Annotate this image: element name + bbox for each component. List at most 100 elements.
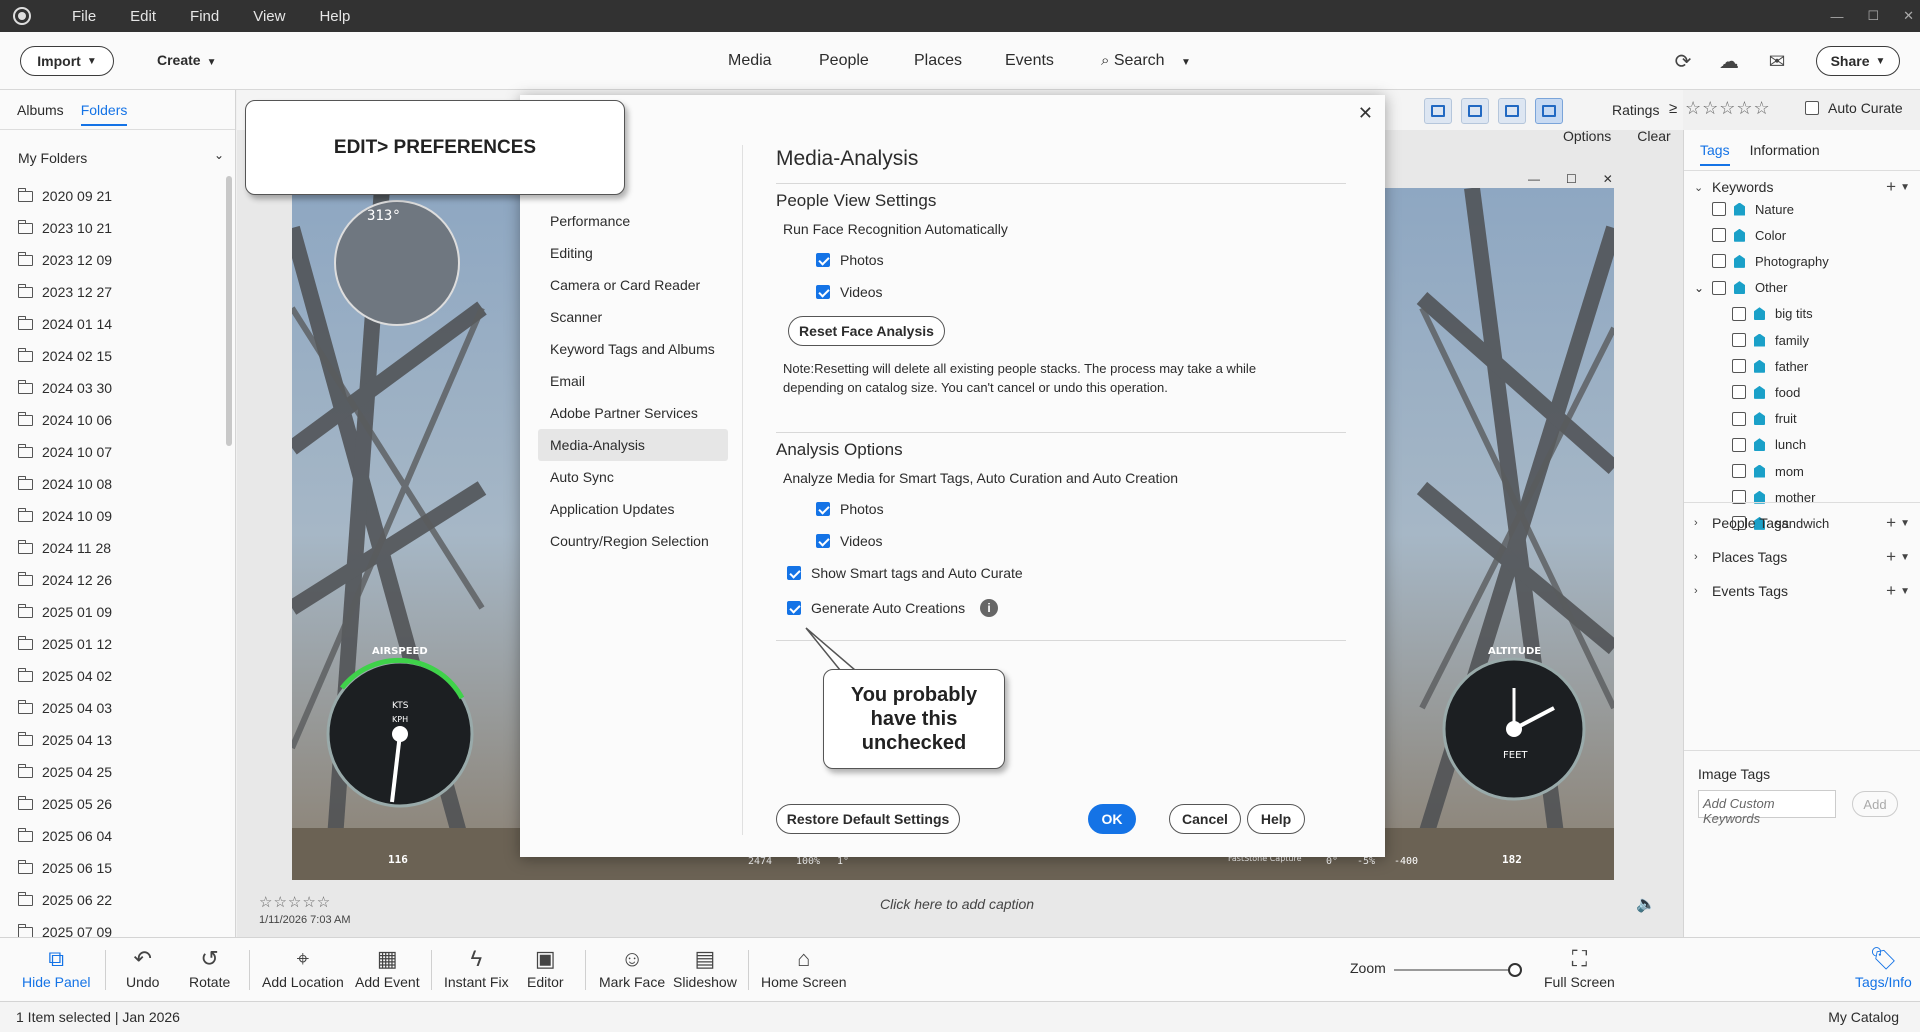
keyword-tag-item[interactable]: mother [1732,487,1815,507]
folder-item[interactable]: 2024 01 14 [17,308,112,340]
prefs-nav-item[interactable]: Scanner [538,301,728,333]
audio-filter-icon[interactable] [1498,98,1526,124]
keyword-checkbox[interactable] [1732,464,1746,478]
keyword-tag-item[interactable]: fruit [1732,409,1797,429]
smart-tags-option[interactable]: Show Smart tags and Auto Curate [787,565,1023,581]
folder-item[interactable]: 2024 03 30 [17,372,112,404]
reset-face-analysis-button[interactable]: Reset Face Analysis [788,316,945,346]
keyword-tag-item[interactable]: big tits [1732,304,1813,324]
folder-item[interactable]: 2025 04 03 [17,692,112,724]
close-window-icon[interactable]: ✕ [1903,8,1914,24]
chevron-right-icon[interactable]: › [1694,585,1708,597]
keyword-checkbox[interactable] [1732,306,1746,321]
folder-item[interactable]: 2024 10 09 [17,500,112,532]
menu-find[interactable]: Find [186,8,223,25]
keyword-tag-item[interactable]: Photography [1712,251,1829,271]
folder-item[interactable]: 2025 04 13 [17,724,112,756]
keyword-tag-item[interactable]: Color [1712,225,1786,245]
sync-icon[interactable]: ⟳ [1670,48,1696,74]
full-screen-button[interactable]: ⛶ Full Screen [1544,944,1615,990]
folder-item[interactable]: 2025 01 09 [17,596,112,628]
cloud-icon[interactable]: ☁ [1716,48,1742,74]
face-videos-option[interactable]: Videos [816,284,883,300]
video-filter-icon[interactable] [1461,98,1489,124]
events-tags-section[interactable]: › Events Tags + ▼ [1694,580,1914,602]
maximize-icon[interactable]: ☐ [1867,8,1879,24]
folder-item[interactable]: 2024 11 28 [17,532,112,564]
keyword-tag-item[interactable]: family [1732,330,1809,350]
chevron-down-icon[interactable]: ▼ [1900,552,1910,563]
face-videos-checkbox[interactable] [816,285,830,299]
auto-creations-option[interactable]: Generate Auto Creations [787,600,965,616]
keyword-tag-item[interactable]: food [1732,382,1800,402]
folder-item[interactable]: 2025 06 04 [17,820,112,852]
plus-icon[interactable]: + [1886,547,1896,567]
add-location-button[interactable]: ⌖ Add Location [262,944,344,990]
hide-panel-button[interactable]: ⧉ Hide Panel [22,944,91,990]
options-link[interactable]: Options [1563,128,1611,144]
folder-item[interactable]: 2025 04 25 [17,756,112,788]
chevron-right-icon[interactable]: › [1694,517,1708,529]
places-tags-section[interactable]: › Places Tags + ▼ [1694,546,1914,568]
home-screen-button[interactable]: ⌂ Home Screen [761,944,847,990]
plus-icon[interactable]: + [1886,513,1896,533]
left-scrollbar[interactable] [226,176,232,446]
custom-keywords-input[interactable]: Add Custom Keywords [1698,790,1836,826]
folder-item[interactable]: 2024 02 15 [17,340,112,372]
keywords-section[interactable]: ⌄ Keywords + ▼ [1694,176,1914,198]
share-button[interactable]: Share ▼ [1816,46,1900,76]
analysis-videos-option[interactable]: Videos [816,533,883,549]
auto-curate-toggle[interactable]: Auto Curate [1805,100,1920,116]
keyword-checkbox[interactable] [1712,254,1726,269]
analysis-videos-checkbox[interactable] [816,534,830,548]
search-button[interactable]: ⌕ Search ▼ [1101,52,1191,70]
keyword-tag-item[interactable]: ⌄ Other [1694,278,1788,298]
folder-item[interactable]: 2023 12 09 [17,244,112,276]
caption-field[interactable]: Click here to add caption [880,896,1034,912]
chevron-down-icon[interactable]: ▼ [1900,518,1910,529]
tab-folders[interactable]: Folders [80,102,128,126]
auto-curate-checkbox[interactable] [1805,101,1819,115]
prefs-nav-item[interactable]: Email [538,365,728,397]
photo-rating-stars[interactable]: ☆☆☆☆☆ [259,893,331,911]
keyword-checkbox[interactable] [1732,437,1746,452]
prefs-nav-item[interactable]: Auto Sync [538,461,728,493]
analysis-photos-checkbox[interactable] [816,502,830,516]
menu-edit[interactable]: Edit [126,8,160,25]
chevron-down-icon[interactable]: ▼ [1900,586,1910,597]
keyword-tag-item[interactable]: Nature [1712,199,1794,219]
analysis-photos-option[interactable]: Photos [816,501,884,517]
tab-albums[interactable]: Albums [17,102,64,118]
nav-places[interactable]: Places [914,52,962,70]
keyword-tag-item[interactable]: lunch [1732,435,1806,455]
chevron-down-icon[interactable]: ▼ [1900,182,1910,193]
add-event-button[interactable]: ▦ Add Event [355,944,420,990]
face-photos-checkbox[interactable] [816,253,830,267]
keyword-checkbox[interactable] [1732,359,1746,374]
folder-item[interactable]: 2025 04 02 [17,660,112,692]
chevron-right-icon[interactable]: › [1694,551,1708,563]
prefs-nav-item[interactable]: Camera or Card Reader [538,269,728,301]
clear-link[interactable]: Clear [1637,128,1670,144]
auto-creations-checkbox[interactable] [787,601,801,615]
prefs-nav-item[interactable]: Performance [538,205,728,237]
folder-item[interactable]: 2024 12 26 [17,564,112,596]
keyword-checkbox[interactable] [1712,280,1726,295]
menu-file[interactable]: File [68,8,100,25]
maximize-icon[interactable]: ☐ [1566,172,1577,186]
folder-item[interactable]: 2023 10 21 [17,212,112,244]
speaker-icon[interactable]: 🔈 [1636,894,1656,914]
prefs-nav-item[interactable]: Application Updates [538,493,728,525]
folder-item[interactable]: 2024 10 07 [17,436,112,468]
project-filter-icon[interactable] [1535,98,1563,124]
rotate-button[interactable]: ↺ Rotate [189,944,230,990]
keyword-checkbox[interactable] [1712,202,1726,216]
keyword-checkbox[interactable] [1732,385,1746,400]
keyword-tag-item[interactable]: mom [1732,461,1804,481]
plus-icon[interactable]: + [1886,581,1896,601]
prefs-nav-item[interactable]: Keyword Tags and Albums [538,333,728,365]
chevron-down-icon[interactable]: ⌄ [1694,281,1704,295]
nav-events[interactable]: Events [1005,52,1054,70]
info-icon[interactable]: i [980,599,998,617]
tags-info-button[interactable]: 🏷 Tags/Info [1855,944,1912,990]
